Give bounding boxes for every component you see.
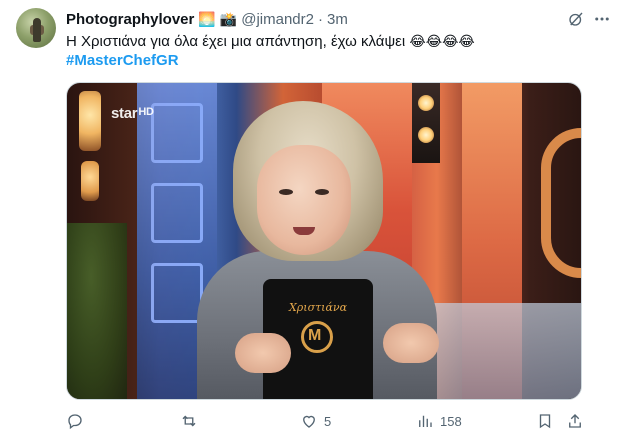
retweet-button[interactable] <box>180 410 204 432</box>
tweet-header: Photographylover 🌅 📸 @jimandr2 · 3m <box>66 9 348 29</box>
like-icon <box>303 415 315 428</box>
avatar[interactable] <box>16 8 56 48</box>
apron-name-label: Χριστιάνα <box>288 301 348 314</box>
tweet-text-body: Η Χριστιάνα για όλα έχει μια απάντηση, έ… <box>66 33 406 50</box>
laughing-emoji-icon: 😂😂😂😂 <box>409 33 475 49</box>
background-lamp <box>81 161 99 201</box>
user-handle[interactable]: @jimandr2 <box>241 11 314 28</box>
grok-icon[interactable] <box>565 8 587 30</box>
reply-button[interactable] <box>66 410 90 432</box>
hashtag-link[interactable]: #MasterChefGR <box>66 51 179 71</box>
contestant-figure: Χριστιάνα M <box>197 101 439 399</box>
share-icon <box>569 414 581 428</box>
background-lamp <box>79 91 101 151</box>
right-hand <box>383 323 439 363</box>
reply-icon <box>68 414 82 430</box>
channel-watermark: starHD <box>111 105 154 122</box>
background-ring <box>541 128 581 278</box>
like-button[interactable]: 5 <box>300 410 331 432</box>
action-bar: 5 158 <box>66 410 586 432</box>
tweet-text: Η Χριστιάνα για όλα έχει μια απάντηση, έ… <box>66 31 475 52</box>
timestamp[interactable]: 3m <box>327 11 348 28</box>
views-count: 158 <box>440 413 462 429</box>
sunrise-badge-icon: 🌅 <box>198 11 216 27</box>
tweet-image[interactable]: Χριστιάνα M starHD <box>66 82 582 400</box>
share-button[interactable] <box>566 410 584 432</box>
views-icon <box>419 415 432 427</box>
camera-badge-icon: 📸 <box>219 11 238 27</box>
left-hand <box>235 333 291 373</box>
background-plant <box>67 223 127 399</box>
bookmark-icon <box>539 414 551 429</box>
separator-dot: · <box>318 10 323 28</box>
views-button[interactable]: 158 <box>416 410 462 432</box>
background-counter <box>422 303 581 399</box>
like-count: 5 <box>324 413 332 429</box>
face <box>257 145 351 255</box>
display-name[interactable]: Photographylover <box>66 11 194 28</box>
more-icon[interactable] <box>591 8 613 30</box>
masterchef-logo-icon: M <box>301 321 333 353</box>
retweet-icon <box>182 415 196 427</box>
bookmark-button[interactable] <box>536 410 554 432</box>
top-actions <box>565 8 587 30</box>
tweet[interactable]: Photographylover 🌅 📸 @jimandr2 · 3m Η Χρ… <box>0 0 627 438</box>
